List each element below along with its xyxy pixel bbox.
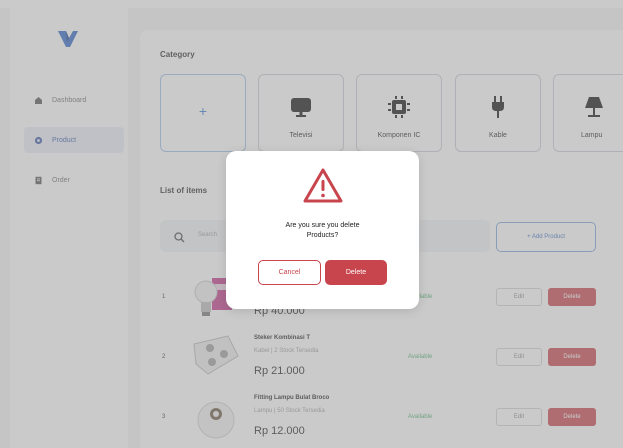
dialog-message-line2: Products? bbox=[306, 232, 339, 239]
dialog-message-line1: Are you sure you delete bbox=[285, 222, 360, 229]
warning-icon bbox=[302, 167, 344, 210]
delete-confirm-dialog: Are you sure you delete Products? Cancel… bbox=[226, 151, 419, 309]
dialog-message: Are you sure you delete Products? bbox=[246, 221, 399, 241]
confirm-delete-button[interactable]: Delete bbox=[325, 260, 387, 285]
cancel-button[interactable]: Cancel bbox=[258, 260, 321, 285]
